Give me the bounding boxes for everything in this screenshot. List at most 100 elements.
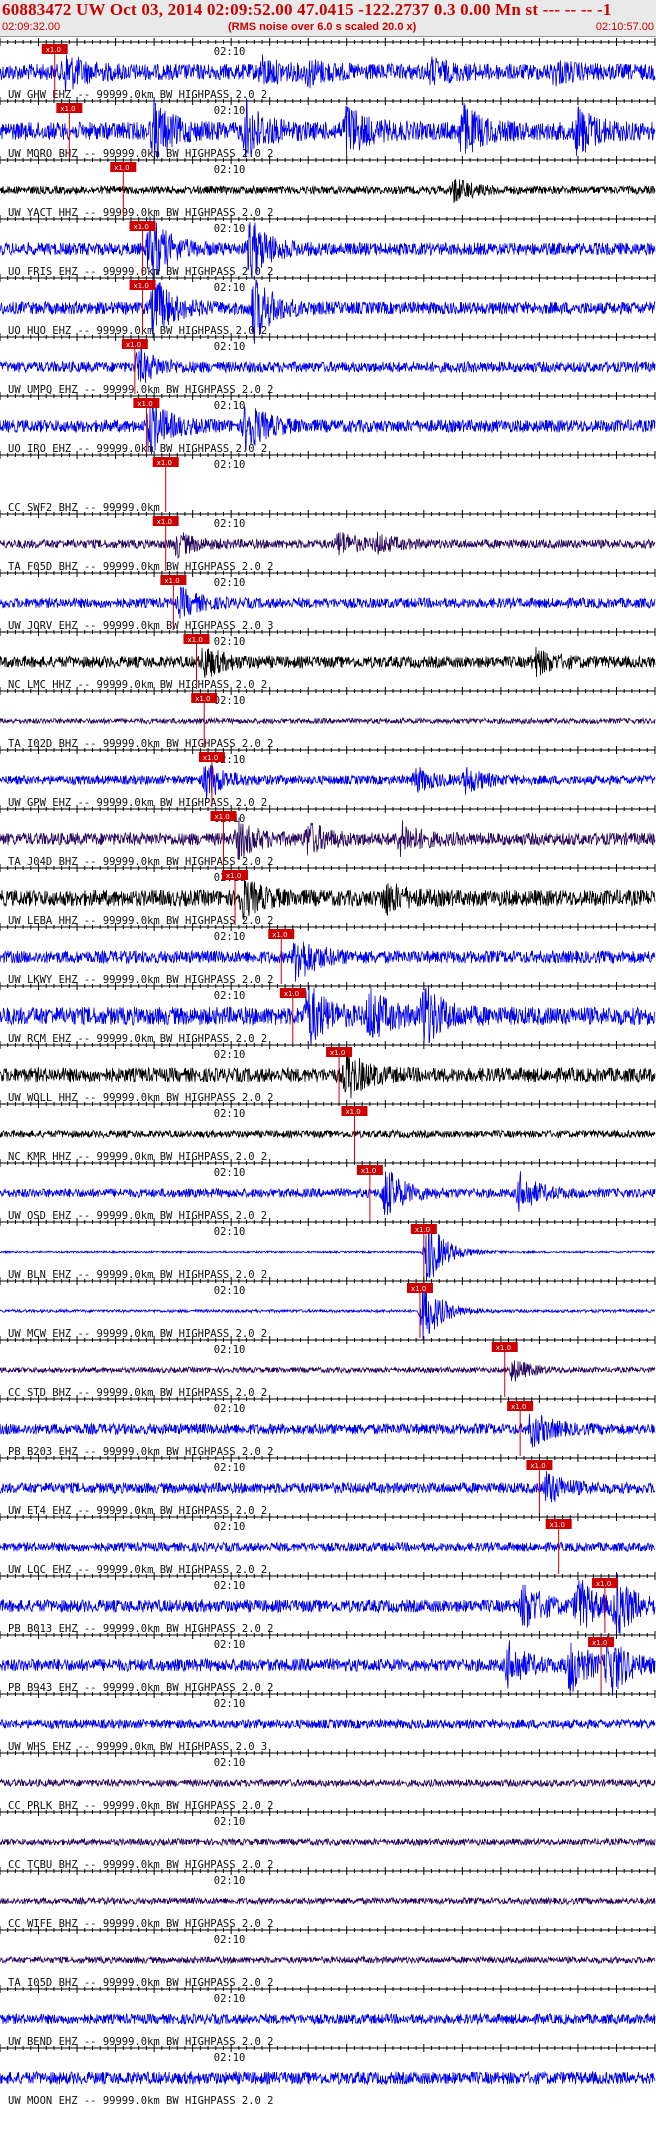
- waveform-trace: [0, 1837, 656, 1847]
- waveform-trace: [0, 878, 656, 921]
- minute-label: 02:10: [214, 400, 246, 412]
- pick-tag-label: x1.0: [284, 990, 299, 998]
- waveform-trace: [0, 2070, 656, 2086]
- pick-tag-label: x1.0: [550, 1521, 565, 1529]
- waveform-trace: [0, 531, 656, 559]
- station-label: UW LEBA HHZ -- 99999.0km BW HIGHPASS 2.0…: [8, 915, 274, 927]
- minute-label: 02:10: [214, 1285, 246, 1297]
- pick-tag-label: x1.0: [361, 1167, 376, 1175]
- waveform-trace: [0, 1777, 656, 1789]
- pick-tag-label: x1.0: [511, 1403, 526, 1411]
- pick-tag-label: x1.0: [114, 164, 129, 172]
- station-label: UW WOLL HHZ -- 99999.0km BW HIGHPASS 2.0…: [8, 1092, 274, 1104]
- waveform-trace: [0, 586, 656, 619]
- station-label: UW MOON EHZ -- 99999.0km BW HIGHPASS 2.0…: [8, 2095, 274, 2107]
- pick-tag-label: x1.0: [188, 636, 203, 644]
- pick-tag-label: x1.0: [272, 931, 287, 939]
- station-label: UW MORO BHZ -- 99999.0km BW HIGHPASS 2.0…: [8, 148, 274, 160]
- station-label: CC TCBU BHZ -- 99999.0km BW HIGHPASS 2.0…: [8, 1859, 274, 1871]
- waveform-trace: [0, 716, 656, 726]
- pick-tag-label: x1.0: [134, 223, 149, 231]
- minute-label: 02:10: [214, 1226, 246, 1238]
- waveform-trace: [0, 1471, 656, 1503]
- waveform-trace: [0, 1360, 656, 1382]
- waveform-trace: [0, 817, 656, 860]
- minute-label: 02:10: [214, 1344, 246, 1356]
- station-label: UO IRO EHZ -- 99999.0km BW HIGHPASS 2.0 …: [8, 443, 267, 455]
- waveform-trace: [0, 1718, 656, 1730]
- minute-label: 02:10: [214, 1875, 246, 1887]
- minute-label: 02:10: [214, 1757, 246, 1769]
- minute-label: 02:10: [214, 1993, 246, 2005]
- station-label: UW BLN EHZ -- 99999.0km BW HIGHPASS 2.0 …: [8, 1269, 267, 1281]
- pick-tag-label: x1.0: [330, 1049, 345, 1057]
- end-time: 02:10:57.00: [595, 21, 654, 33]
- pick-tag-label: x1.0: [60, 105, 75, 113]
- waveform-trace: [0, 1955, 656, 1965]
- pick-tag-label: x1.0: [226, 872, 241, 880]
- minute-label: 02:10: [214, 105, 246, 117]
- station-label: UW YACT HHZ -- 99999.0km BW HIGHPASS 2.0…: [8, 207, 274, 219]
- station-label: NC KMR HHZ -- 99999.0km BW HIGHPASS 2.0 …: [8, 1151, 267, 1163]
- station-label: UW RCM EHZ -- 99999.0km BW HIGHPASS 2.0 …: [8, 1033, 267, 1045]
- waveform-trace: [0, 1896, 656, 1906]
- station-label: CC PRLK BHZ -- 99999.0km BW HIGHPASS 2.0…: [8, 1800, 274, 1812]
- pick-tag-label: x1.0: [195, 695, 210, 703]
- station-label: PB B943 EHZ -- 99999.0km BW HIGHPASS 2.0…: [8, 1682, 274, 1694]
- seismogram-plot: 02:10 UW GHW EHZ -- 99999.0km BW HIGHPASS…: [0, 38, 656, 2107]
- minute-label: 02:10: [214, 46, 246, 58]
- station-label: UO FRIS EHZ -- 99999.0km BW HIGHPASS 2.0…: [8, 266, 274, 278]
- minute-label: 02:10: [214, 341, 246, 353]
- minute-label: 02:10: [214, 164, 246, 176]
- station-label: TA F05D BHZ -- 99999.0km BW HIGHPASS 2.0…: [8, 561, 274, 573]
- pick-tag-label: x1.0: [530, 1462, 545, 1470]
- station-label: CC STD BHZ -- 99999.0km BW HIGHPASS 2.0 …: [8, 1387, 267, 1399]
- minute-label: 02:10: [214, 1167, 246, 1179]
- minute-label: 02:10: [214, 1403, 246, 1415]
- pick-tag-label: x1.0: [157, 459, 172, 467]
- station-label: TA I05D BHZ -- 99999.0km BW HIGHPASS 2.0…: [8, 1977, 274, 1989]
- pick-tag-label: x1.0: [134, 282, 149, 290]
- minute-label: 02:10: [214, 990, 246, 1002]
- pick-tag-label: x1.0: [137, 400, 152, 408]
- minute-label: 02:10: [214, 1639, 246, 1651]
- station-label: UW BEND EHZ -- 99999.0km BW HIGHPASS 2.0…: [8, 2036, 274, 2048]
- minute-label: 02:10: [214, 931, 246, 943]
- minute-label: 02:10: [214, 1521, 246, 1533]
- minute-label: 02:10: [214, 518, 246, 530]
- pick-tag-label: x1.0: [496, 1344, 511, 1352]
- station-label: CC WIFE BHZ -- 99999.0km BW HIGHPASS 2.0…: [8, 1918, 274, 1930]
- minute-label: 02:10: [214, 1816, 246, 1828]
- minute-label: 02:10: [214, 1934, 246, 1946]
- minute-label: 02:10: [214, 223, 246, 235]
- pick-tag-label: x1.0: [345, 1108, 360, 1116]
- station-label: PB B013 EHZ -- 99999.0km BW HIGHPASS 2.0…: [8, 1623, 274, 1635]
- station-label: UW WHS EHZ -- 99999.0km BW HIGHPASS 2.0 …: [8, 1741, 267, 1753]
- station-label: NC LMC HHZ -- 99999.0km BW HIGHPASS 2.0 …: [8, 679, 267, 691]
- pick-tag-label: x1.0: [596, 1580, 611, 1588]
- station-label: UW GHW EHZ -- 99999.0km BW HIGHPASS 2.0 …: [8, 89, 267, 101]
- minute-label: 02:10: [214, 1108, 246, 1120]
- station-label: TA I02D BHZ -- 99999.0km BW HIGHPASS 2.0…: [8, 738, 274, 750]
- waveform-trace: [0, 647, 656, 678]
- waveform-trace: [0, 1129, 656, 1139]
- pick-tag-label: x1.0: [214, 813, 229, 821]
- pick-tag-label: x1.0: [126, 341, 141, 349]
- waveform-trace: [0, 347, 656, 384]
- scale-note: (RMS noise over 6.0 s scaled 20.0 x): [228, 21, 417, 33]
- pick-tag-label: x1.0: [592, 1639, 607, 1647]
- station-label: UW LOC EHZ -- 99999.0km BW HIGHPASS 2.0 …: [8, 1564, 267, 1576]
- minute-label: 02:10: [214, 459, 246, 471]
- event-title: 60883472 UW Oct 03, 2014 02:09:52.00 47.…: [2, 0, 612, 19]
- minute-label: 02:10: [214, 1049, 246, 1061]
- waveform-trace: [0, 1413, 656, 1448]
- record-header: 60883472 UW Oct 03, 2014 02:09:52.00 47.…: [0, 0, 656, 37]
- station-label: UO HUO EHZ -- 99999.0km BW HIGHPASS 2.0 …: [8, 325, 267, 337]
- pick-tag-label: x1.0: [46, 46, 61, 54]
- minute-label: 02:10: [214, 577, 246, 589]
- pick-tag-label: x1.0: [203, 754, 218, 762]
- minute-label: 02:10: [214, 1462, 246, 1474]
- waveform-trace: [0, 1541, 656, 1553]
- station-label: TA J04D BHZ -- 99999.0km BW HIGHPASS 2.0…: [8, 856, 274, 868]
- pick-tag-label: x1.0: [415, 1226, 430, 1234]
